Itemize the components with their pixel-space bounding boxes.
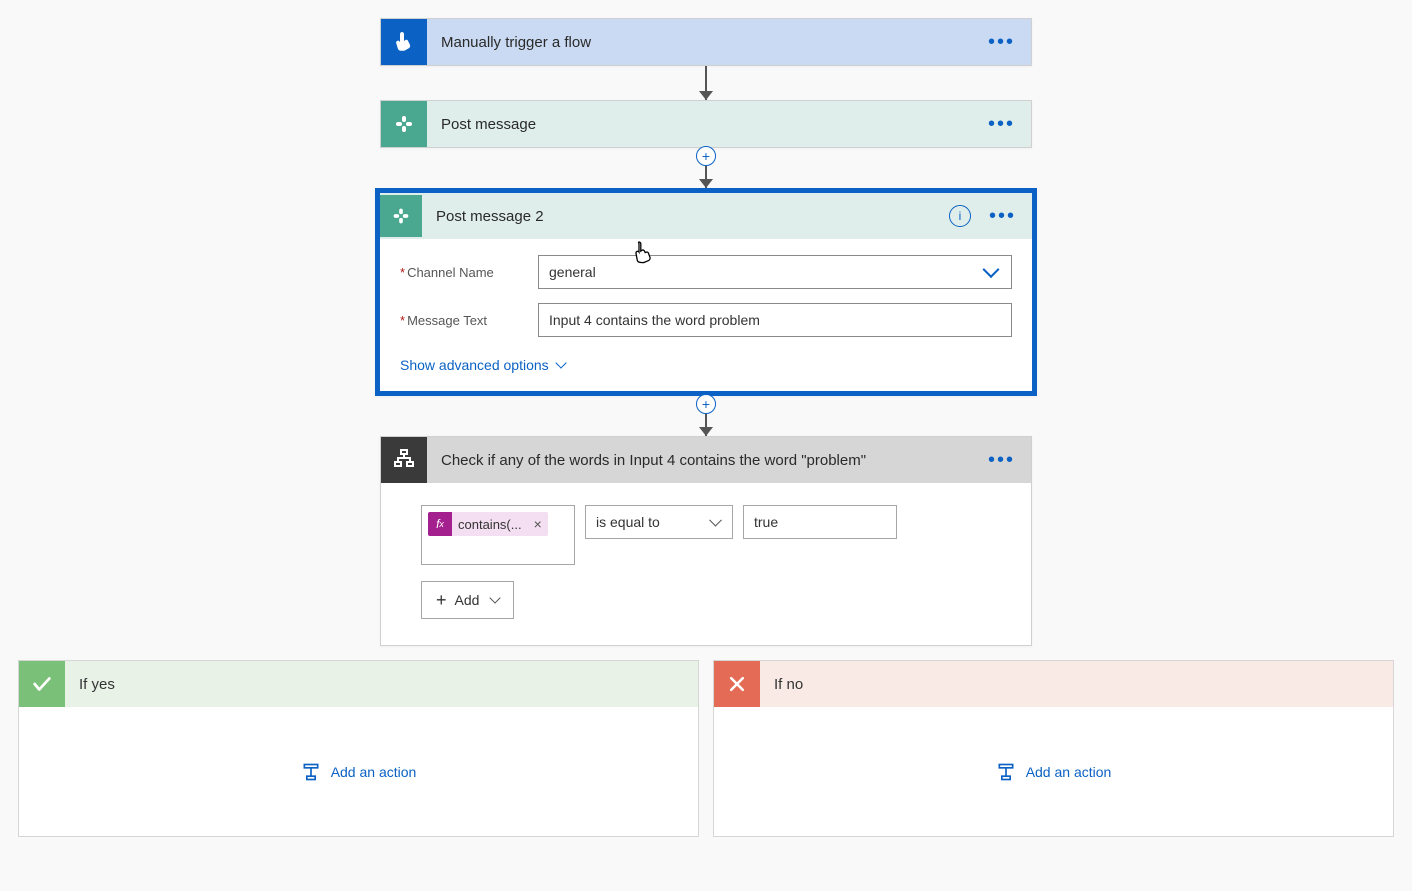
post-message-2-body: *Channel Name general *Message Text Inpu… [380,239,1032,391]
add-condition-button[interactable]: + Add [421,581,514,619]
if-yes-add-action-link[interactable]: Add an action [301,762,417,782]
slack-icon [380,195,422,237]
show-advanced-options-link[interactable]: Show advanced options [400,357,565,373]
add-action-icon [996,762,1016,782]
post-message-card[interactable]: Post message ••• [380,100,1032,148]
condition-value-input[interactable]: true [743,505,897,539]
message-text-label: *Message Text [400,313,538,328]
post-message-2-title: Post message 2 [422,208,949,225]
condition-card[interactable]: Check if any of the words in Input 4 con… [380,436,1032,646]
if-no-header[interactable]: If no [714,661,1393,707]
post-message-menu-button[interactable]: ••• [984,119,1019,129]
trigger-header[interactable]: Manually trigger a flow ••• [381,19,1031,65]
condition-expression-input[interactable]: fx contains(... × [421,505,575,565]
connector-arrow-plus: + [699,148,713,188]
channel-name-row: *Channel Name general [400,255,1012,289]
flow-canvas: Manually trigger a flow ••• Post message… [0,0,1412,837]
if-yes-title: If yes [65,676,115,693]
if-no-add-action-link[interactable]: Add an action [996,762,1112,782]
condition-icon [381,437,427,483]
add-action-icon [301,762,321,782]
if-no-branch: If no Add an action [713,660,1394,837]
expression-text: contains(... [452,517,528,532]
post-message-title: Post message [427,116,984,133]
check-icon [19,661,65,707]
info-icon[interactable]: i [949,205,971,227]
channel-name-label: *Channel Name [400,265,538,280]
add-step-button[interactable]: + [696,394,716,414]
if-no-title: If no [760,676,803,693]
condition-operator-select[interactable]: is equal to [585,505,733,539]
post-message-2-header[interactable]: Post message 2 i ••• [380,193,1032,239]
x-icon [714,661,760,707]
message-text-input[interactable]: Input 4 contains the word problem [538,303,1012,337]
connector-arrow-plus: + [699,396,713,436]
condition-branches: If yes Add an action If no Add an action [0,646,1412,837]
manual-trigger-icon [381,19,427,65]
fx-icon: fx [428,512,452,536]
slack-icon [381,101,427,147]
post-message-header[interactable]: Post message ••• [381,101,1031,147]
condition-title: Check if any of the words in Input 4 con… [427,452,984,469]
if-yes-header[interactable]: If yes [19,661,698,707]
expression-token[interactable]: fx contains(... × [428,512,548,536]
connector-arrow [699,66,713,100]
trigger-title: Manually trigger a flow [427,34,984,51]
if-yes-branch: If yes Add an action [18,660,699,837]
post-message-2-card[interactable]: Post message 2 i ••• *Channel Name gener… [375,188,1037,396]
trigger-card[interactable]: Manually trigger a flow ••• [380,18,1032,66]
condition-menu-button[interactable]: ••• [984,455,1019,465]
trigger-menu-button[interactable]: ••• [984,37,1019,47]
message-text-row: *Message Text Input 4 contains the word … [400,303,1012,337]
post-message-2-menu-button[interactable]: ••• [985,211,1020,221]
condition-body: fx contains(... × is equal to true + Add [381,483,1031,645]
condition-header[interactable]: Check if any of the words in Input 4 con… [381,437,1031,483]
channel-name-select[interactable]: general [538,255,1012,289]
add-step-button[interactable]: + [696,146,716,166]
remove-expression-button[interactable]: × [528,516,548,532]
